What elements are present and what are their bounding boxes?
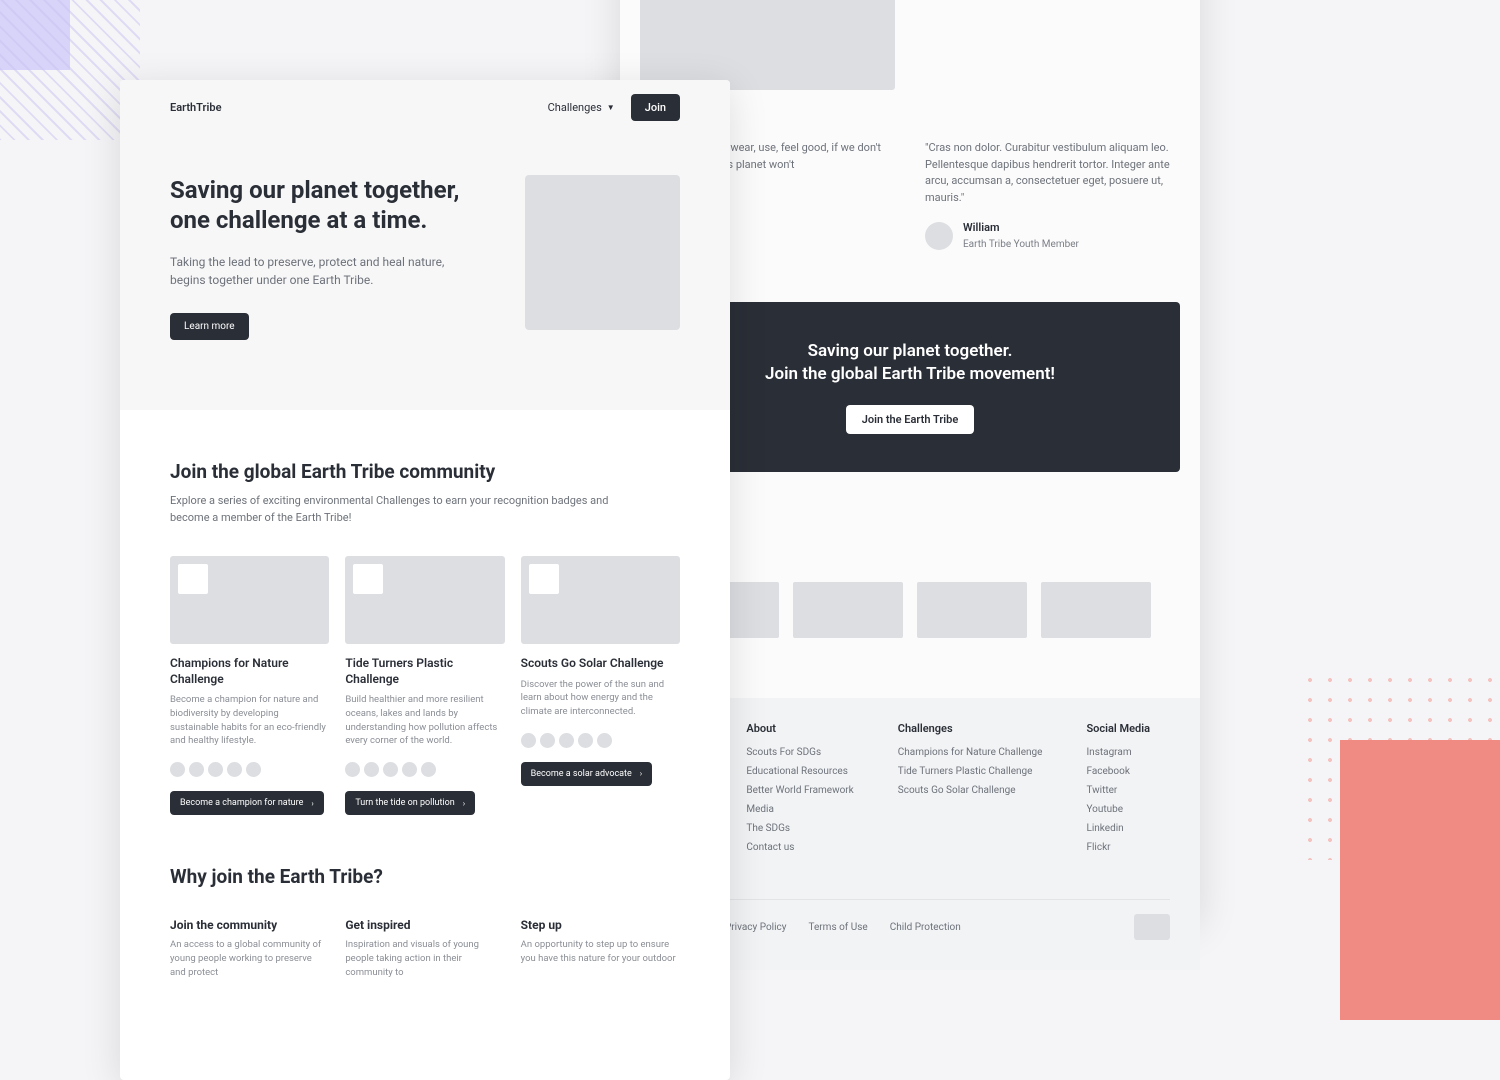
card-title: Champions for Nature Challenge: [170, 656, 329, 687]
nav-challenges-dropdown[interactable]: Challenges ▼: [548, 101, 615, 114]
footer-bottom-link[interactable]: Privacy Policy: [725, 922, 787, 933]
brand-logo[interactable]: EarthTribe: [170, 101, 221, 114]
why-item: Step up An opportunity to step up to ens…: [521, 918, 680, 979]
challenge-card: Tide Turners Plastic Challenge Build hea…: [345, 556, 504, 815]
footer-link[interactable]: Scouts Go Solar Challenge: [898, 783, 1043, 798]
chevron-right-icon: ›: [640, 769, 642, 778]
footer-link[interactable]: Media: [746, 802, 853, 817]
nav-challenges-label: Challenges: [548, 101, 602, 114]
why-item-desc: An access to a global community of young…: [170, 938, 329, 979]
testimonial-role: Earth Tribe Youth Member: [963, 237, 1079, 252]
footer-link[interactable]: Facebook: [1086, 764, 1150, 779]
footer-link[interactable]: Twitter: [1086, 783, 1150, 798]
join-button[interactable]: Join: [631, 94, 680, 121]
hero-image-placeholder: [525, 175, 680, 330]
footer-link[interactable]: Instagram: [1086, 745, 1150, 760]
chevron-right-icon: ›: [463, 799, 465, 808]
card-dots: [170, 762, 329, 777]
navbar: EarthTribe Challenges ▼ Join: [120, 80, 730, 135]
challenge-card: Champions for Nature Challenge Become a …: [170, 556, 329, 815]
why-section: Why join the Earth Tribe? Join the commu…: [120, 815, 730, 979]
footer-bottom-link[interactable]: Child Protection: [890, 922, 961, 933]
card-cta-button[interactable]: Turn the tide on pollution ›: [345, 791, 475, 815]
card-desc: Become a champion for nature and biodive…: [170, 693, 329, 748]
testimonial-image-placeholder: [640, 0, 895, 90]
card-badge-placeholder: [529, 564, 559, 594]
why-item-title: Get inspired: [345, 918, 504, 932]
card-badge-placeholder: [353, 564, 383, 594]
footer-link[interactable]: Better World Framework: [746, 783, 853, 798]
footer-link[interactable]: The SDGs: [746, 821, 853, 836]
why-item: Get inspired Inspiration and visuals of …: [345, 918, 504, 979]
card-cta-button[interactable]: Become a solar advocate ›: [521, 762, 653, 786]
footer-link[interactable]: Tide Turners Plastic Challenge: [898, 764, 1043, 779]
footer-badge-placeholder: [1134, 914, 1170, 940]
cta-line2: Join the global Earth Tribe movement!: [660, 363, 1160, 387]
card-dots: [521, 733, 680, 748]
footer-col-title: Social Media: [1086, 722, 1150, 735]
wireframe-page-front: EarthTribe Challenges ▼ Join Saving our …: [120, 80, 730, 1080]
card-desc: Discover the power of the sun and learn …: [521, 678, 680, 719]
footer-bottom-link[interactable]: Terms of Use: [809, 922, 868, 933]
why-item-title: Join the community: [170, 918, 329, 932]
partner-logo-placeholder: [793, 582, 903, 638]
card-cta-label: Become a solar advocate: [531, 769, 632, 779]
join-earth-tribe-button[interactable]: Join the Earth Tribe: [846, 405, 975, 434]
footer-link[interactable]: Youtube: [1086, 802, 1150, 817]
testimonial-name: William: [963, 220, 1079, 237]
footer-link[interactable]: Linkedin: [1086, 821, 1150, 836]
section-title: Join the global Earth Tribe community: [170, 460, 680, 483]
footer-link[interactable]: Flickr: [1086, 840, 1150, 855]
partner-logo-placeholder: [917, 582, 1027, 638]
card-title: Tide Turners Plastic Challenge: [345, 656, 504, 687]
section-title: Why join the Earth Tribe?: [170, 865, 680, 888]
challenge-card: Scouts Go Solar Challenge Discover the p…: [521, 556, 680, 815]
card-badge-placeholder: [178, 564, 208, 594]
section-subtitle: Explore a series of exciting environment…: [170, 493, 610, 526]
community-section: Join the global Earth Tribe community Ex…: [120, 410, 730, 815]
why-item-title: Step up: [521, 918, 680, 932]
card-title: Scouts Go Solar Challenge: [521, 656, 680, 672]
why-item-desc: An opportunity to step up to ensure you …: [521, 938, 680, 966]
card-image-placeholder: [521, 556, 680, 644]
testimonial-quote: "Cras non dolor. Curabitur vestibulum al…: [925, 140, 1180, 206]
cta-line1: Saving our planet together.: [660, 340, 1160, 364]
card-cta-label: Become a champion for nature: [180, 798, 303, 808]
chevron-right-icon: ›: [311, 799, 313, 808]
why-item-desc: Inspiration and visuals of young people …: [345, 938, 504, 979]
avatar: [925, 222, 953, 250]
card-cta-button[interactable]: Become a champion for nature ›: [170, 791, 324, 815]
learn-more-button[interactable]: Learn more: [170, 313, 249, 340]
card-desc: Build healthier and more resilient ocean…: [345, 693, 504, 748]
partner-logo-placeholder: [1041, 582, 1151, 638]
card-image-placeholder: [170, 556, 329, 644]
hero-subtitle: Taking the lead to preserve, protect and…: [170, 253, 450, 289]
card-cta-label: Turn the tide on pollution: [355, 798, 454, 808]
footer-col-title: Challenges: [898, 722, 1043, 735]
bg-decoration-diagonal-lines: [0, 0, 140, 140]
hero-section: Saving our planet together, one challeng…: [120, 135, 730, 410]
footer-link[interactable]: Champions for Nature Challenge: [898, 745, 1043, 760]
footer-link[interactable]: Educational Resources: [746, 764, 853, 779]
footer-link[interactable]: Scouts For SDGs: [746, 745, 853, 760]
footer-link[interactable]: Contact us: [746, 840, 853, 855]
card-image-placeholder: [345, 556, 504, 644]
chevron-down-icon: ▼: [607, 103, 615, 112]
footer-col-title: About: [746, 722, 853, 735]
bg-decoration-red: [1340, 740, 1500, 1020]
hero-title: Saving our planet together, one challeng…: [170, 175, 495, 235]
why-item: Join the community An access to a global…: [170, 918, 329, 979]
card-dots: [345, 762, 504, 777]
